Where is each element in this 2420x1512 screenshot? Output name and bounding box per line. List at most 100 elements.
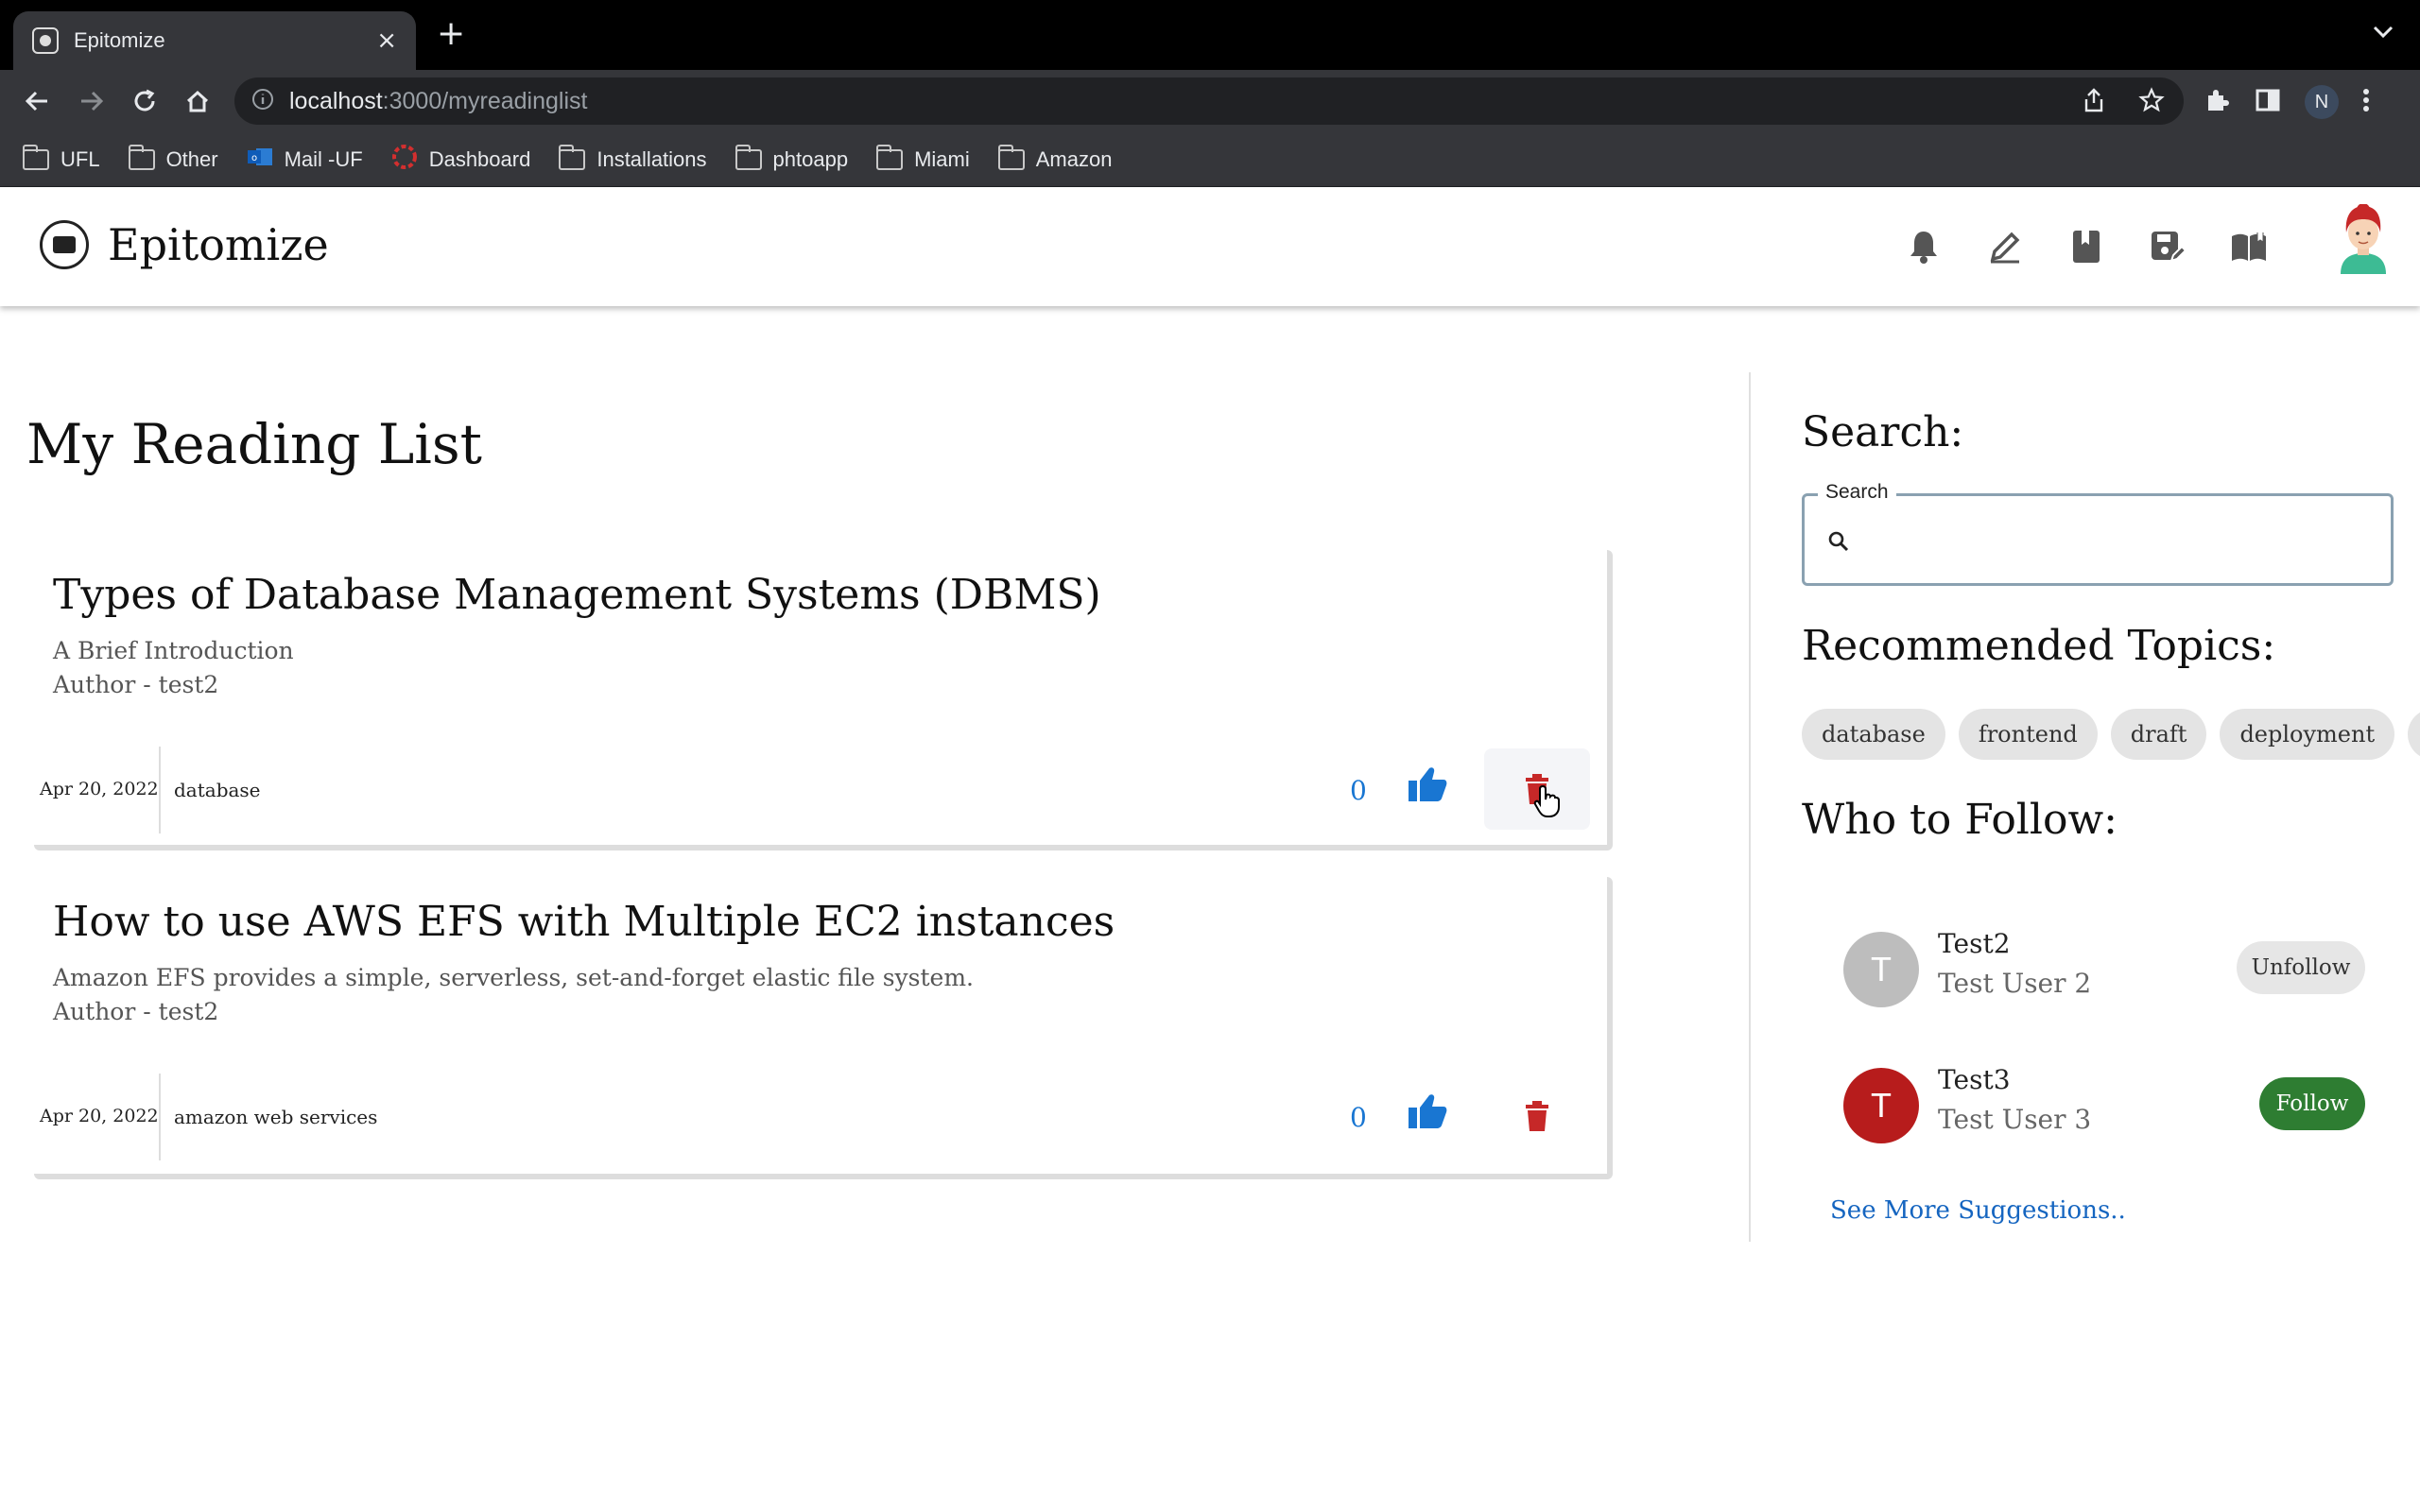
address-bar[interactable]: localhost:3000/myreadinglist — [234, 77, 2184, 125]
url-host: localhost — [289, 87, 383, 114]
thumbs-up-icon — [1409, 1094, 1447, 1128]
article-date: Apr 20, 2022 — [40, 1106, 159, 1126]
folder-icon — [997, 144, 1025, 170]
trash-icon — [1526, 1101, 1548, 1131]
article-date: Apr 20, 2022 — [40, 779, 159, 799]
tab-search-chevron-icon[interactable] — [2373, 25, 2394, 43]
avatar[interactable]: T — [1843, 932, 1919, 1007]
back-icon[interactable] — [21, 85, 53, 117]
favicon-icon — [32, 27, 59, 54]
like-button[interactable] — [1403, 1087, 1452, 1136]
topic-chips: database frontend draft deployment aws — [1802, 709, 2420, 762]
topic-chip-aws[interactable]: aws — [2408, 709, 2420, 760]
bell-icon[interactable] — [1904, 227, 1944, 266]
search-heading: Search: — [1802, 408, 1964, 456]
hand-cursor-icon — [1533, 784, 1562, 822]
search-field[interactable]: Search — [1802, 481, 2394, 586]
book-icon[interactable] — [2066, 227, 2106, 266]
bookmark-ufl[interactable]: UFL — [23, 144, 100, 172]
suggestion-username[interactable]: Test3 — [1938, 1064, 2011, 1095]
thumbs-up-icon — [1409, 767, 1447, 801]
article-card[interactable]: Types of Database Management Systems (DB… — [34, 550, 1613, 850]
follow-heading: Who to Follow: — [1802, 796, 2118, 844]
folder-icon — [128, 144, 155, 170]
topic-chip-database[interactable]: database — [1802, 709, 1945, 760]
unfollow-button[interactable]: Unfollow — [2237, 941, 2365, 994]
home-icon[interactable] — [182, 85, 214, 117]
new-tab-icon[interactable]: + — [437, 17, 465, 51]
divider — [159, 1074, 161, 1160]
share-icon[interactable] — [2082, 87, 2106, 117]
see-more-suggestions-link[interactable]: See More Suggestions.. — [1830, 1196, 2126, 1225]
svg-text:o: o — [251, 153, 257, 163]
folder-icon — [23, 144, 49, 170]
bookmark-other[interactable]: Other — [128, 144, 218, 172]
browser-tab[interactable]: Epitomize × — [13, 11, 416, 70]
topic-chip-frontend[interactable]: frontend — [1958, 709, 2098, 760]
article-subtitle: A Brief Introduction — [53, 637, 294, 664]
tab-title: Epitomize — [74, 28, 165, 52]
tab-close-icon[interactable]: × — [376, 26, 397, 55]
article-author: Author - test2 — [53, 671, 219, 698]
bookmark-mail-uf[interactable]: o Mail -UF — [247, 146, 363, 174]
suggestion-username[interactable]: Test2 — [1938, 928, 2011, 959]
topic-chip-deployment[interactable]: deployment — [2220, 709, 2395, 760]
dashboard-logo-icon — [391, 144, 418, 176]
article-author: Author - test2 — [53, 998, 219, 1025]
article-card[interactable]: How to use AWS EFS with Multiple EC2 ins… — [34, 877, 1613, 1179]
bookmarks-bar: UFL Other o Mail -UF Dashboard Installat… — [0, 132, 2420, 187]
follow-button[interactable]: Follow — [2259, 1077, 2365, 1130]
folder-icon — [559, 144, 586, 170]
user-avatar[interactable] — [2335, 203, 2392, 274]
browser-toolbar: localhost:3000/myreadinglist N — [0, 70, 2420, 132]
page-title: My Reading List — [26, 412, 482, 476]
save-edit-icon[interactable] — [2148, 227, 2187, 266]
article-title[interactable]: Types of Database Management Systems (DB… — [53, 571, 1101, 619]
follow-suggestion: T Test3 Test User 3 Follow — [1843, 1064, 2365, 1143]
reading-list-icon[interactable] — [2229, 227, 2269, 266]
url-path: :3000/myreadinglist — [382, 87, 588, 114]
sidebar-divider — [1749, 372, 1751, 1242]
divider — [159, 747, 161, 833]
reload-icon[interactable] — [129, 85, 161, 117]
article-title[interactable]: How to use AWS EFS with Multiple EC2 ins… — [53, 898, 1115, 946]
article-tag[interactable]: amazon web services — [174, 1106, 377, 1128]
like-count: 0 — [1350, 775, 1367, 806]
suggestion-name: Test User 2 — [1938, 968, 2092, 999]
pen-icon[interactable] — [1985, 227, 2025, 266]
bookmark-dashboard[interactable]: Dashboard — [391, 144, 530, 176]
app-logo[interactable]: Epitomize — [40, 219, 329, 270]
like-count: 0 — [1350, 1102, 1367, 1133]
search-icon — [1827, 530, 1850, 557]
follow-suggestion: T Test2 Test User 2 Unfollow — [1843, 928, 2365, 1007]
avatar[interactable]: T — [1843, 1068, 1919, 1143]
bookmark-star-icon[interactable] — [2138, 87, 2165, 117]
article-tag[interactable]: database — [174, 779, 261, 801]
forward-icon[interactable] — [76, 85, 108, 117]
article-subtitle: Amazon EFS provides a simple, serverless… — [53, 964, 974, 991]
folder-icon — [876, 144, 904, 170]
delete-button[interactable] — [1484, 1075, 1590, 1157]
side-panel-icon[interactable] — [2254, 86, 2282, 118]
article-footer: Apr 20, 2022 database 0 — [34, 747, 1607, 833]
bookmark-amazon[interactable]: Amazon — [997, 144, 1112, 172]
like-button[interactable] — [1403, 760, 1452, 809]
suggestion-name: Test User 3 — [1938, 1104, 2092, 1135]
outlook-icon: o — [247, 146, 273, 174]
app-name: Epitomize — [108, 219, 329, 270]
browser-tabstrip: Epitomize × + — [0, 0, 2420, 70]
app-header: Epitomize — [0, 187, 2420, 306]
bookmark-installations[interactable]: Installations — [559, 144, 707, 172]
search-input[interactable] — [1865, 515, 2376, 568]
search-label: Search — [1818, 481, 1896, 504]
topic-chip-draft[interactable]: draft — [2110, 709, 2207, 760]
browser-menu-icon[interactable] — [2361, 86, 2371, 118]
bookmark-miami[interactable]: Miami — [876, 144, 970, 172]
site-info-icon[interactable] — [251, 88, 274, 114]
topics-heading: Recommended Topics: — [1802, 622, 2276, 670]
profile-avatar[interactable]: N — [2305, 85, 2339, 119]
bookmark-phtoapp[interactable]: phtoapp — [735, 144, 848, 172]
extensions-icon[interactable] — [2203, 86, 2231, 118]
folder-icon — [735, 144, 762, 170]
logo-icon — [40, 220, 89, 269]
